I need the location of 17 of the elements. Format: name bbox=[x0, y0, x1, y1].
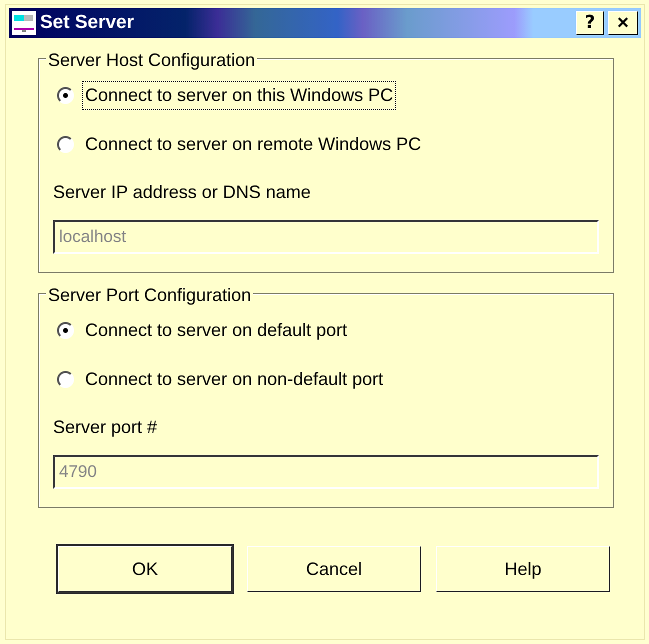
radio-button[interactable] bbox=[57, 87, 74, 104]
radio-label[interactable]: Connect to server on this Windows PC bbox=[82, 81, 396, 110]
field-label: Server IP address or DNS name bbox=[53, 181, 312, 204]
radio-label[interactable]: Connect to server on remote Windows PC bbox=[82, 130, 424, 159]
dialog-button[interactable]: Cancel bbox=[247, 546, 421, 592]
app-icon bbox=[12, 11, 36, 35]
radio-label[interactable]: Connect to server on default port bbox=[82, 316, 350, 345]
radio-button[interactable] bbox=[57, 136, 74, 153]
dialog-button[interactable]: Help bbox=[436, 546, 610, 592]
help-button[interactable]: ? bbox=[576, 11, 604, 35]
radio-button[interactable] bbox=[57, 322, 74, 339]
radio-button[interactable] bbox=[57, 371, 74, 388]
field-label: Server port # bbox=[53, 416, 158, 439]
close-button[interactable]: × bbox=[608, 11, 638, 35]
dialog-button[interactable]: OK bbox=[58, 546, 232, 592]
radio-label[interactable]: Connect to server on non-default port bbox=[82, 365, 386, 394]
window-title: Set Server bbox=[40, 10, 134, 35]
